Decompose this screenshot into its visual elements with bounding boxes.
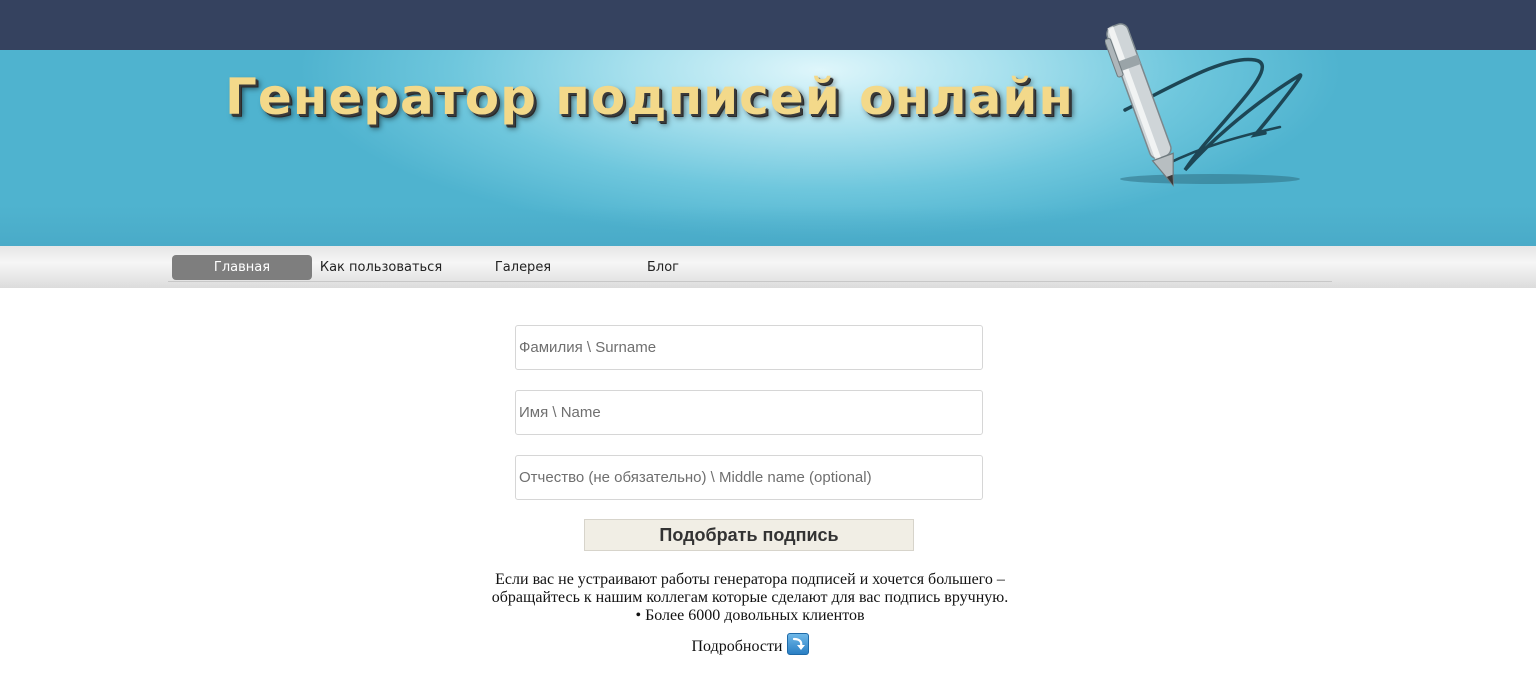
nav-divider [168,281,1332,282]
arrow-down-box-icon[interactable] [786,633,809,655]
info-line-3: • Более 6000 довольных клиентов [635,607,865,624]
nav-blog[interactable]: Блог [640,255,686,280]
details-row: Подробности [600,633,900,659]
nav-how-to-use[interactable]: Как пользоваться [318,255,444,280]
middle-name-input[interactable] [515,455,983,500]
info-line-2: обращайтесь к нашим коллегам которые сде… [491,589,1009,606]
name-input[interactable] [515,390,983,435]
pen-signature-icon [1105,23,1303,187]
nav-gallery[interactable]: Галерея [486,255,560,280]
find-signature-button[interactable]: Подобрать подпись [584,519,914,551]
nav-home[interactable]: Главная [172,255,312,280]
info-line-1: Если вас не устраивают работы генератора… [495,571,1005,588]
site-title: Генератор подписей онлайн [225,68,1074,126]
details-link[interactable]: Подробности [692,638,783,655]
info-text: Если вас не устраивают работы генератора… [400,571,1100,625]
surname-input[interactable] [515,325,983,370]
